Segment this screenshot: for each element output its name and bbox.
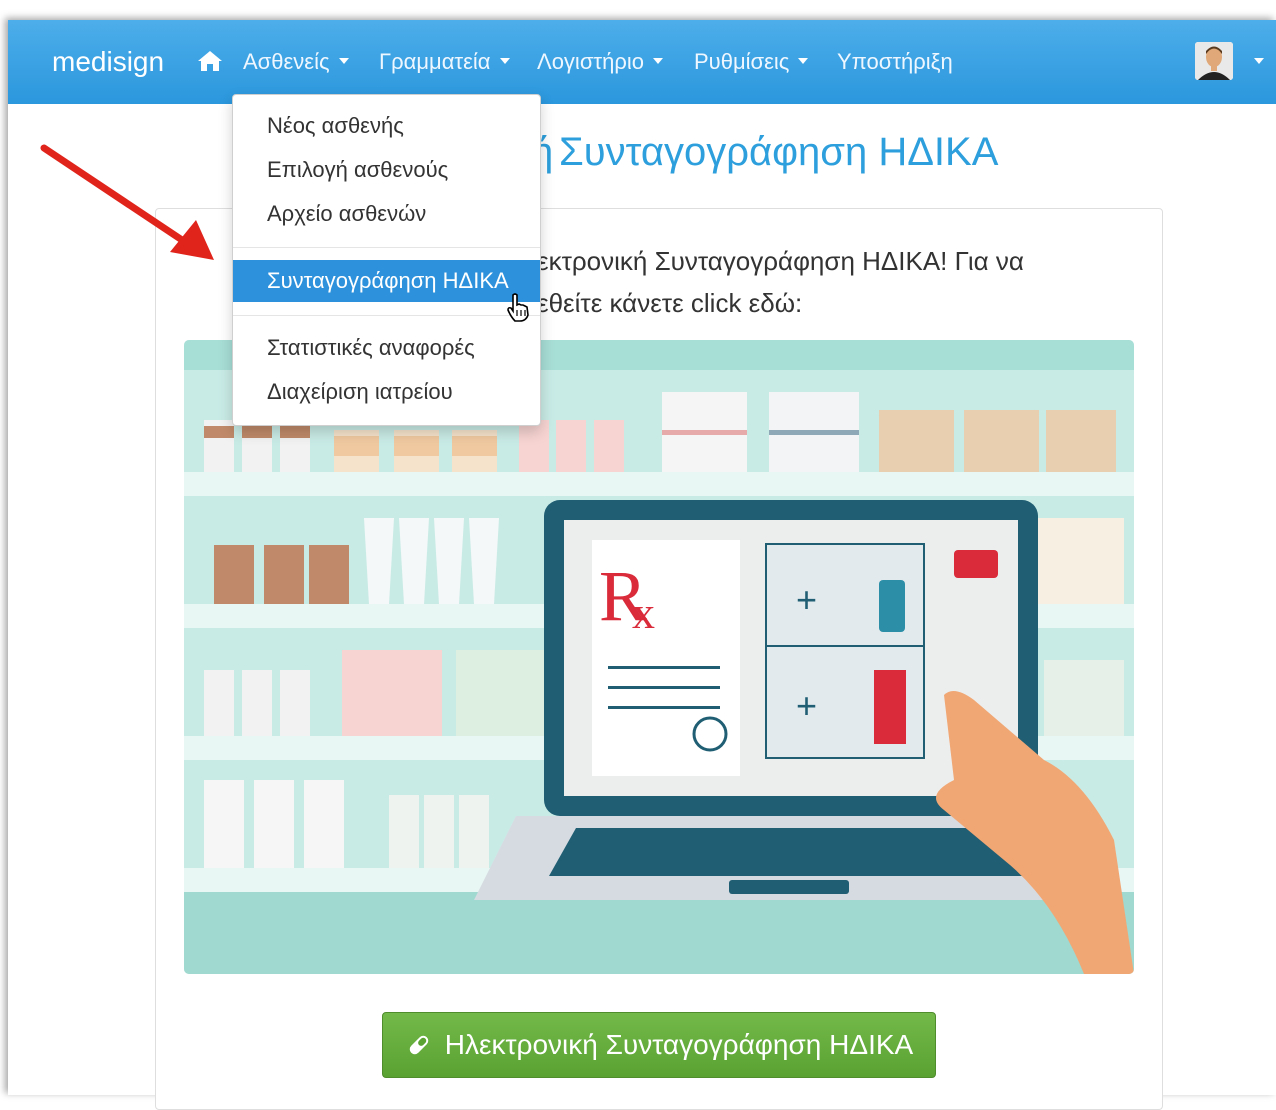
menu-item-clinic-management[interactable]: Διαχείριση ιατρείου [233, 371, 540, 413]
annotation-arrow-icon [40, 144, 214, 260]
nav-patients-label: Ασθενείς [243, 49, 330, 74]
nav-accounting[interactable]: Λογιστήριο [537, 49, 663, 75]
pharmacy-illustration: R x + + [184, 340, 1134, 974]
intro-line-1: εκτρονική Συνταγογράφηση ΗΔΙΚΑ! Για να [537, 246, 1024, 276]
hand-cursor-icon [507, 293, 529, 322]
svg-text:x: x [632, 587, 655, 638]
pill-icon [409, 1035, 429, 1055]
chevron-down-icon [652, 58, 663, 65]
chevron-down-icon[interactable] [1254, 58, 1264, 64]
menu-item-patient-archive[interactable]: Αρχείο ασθενών [233, 193, 540, 235]
nav-accounting-label: Λογιστήριο [537, 49, 644, 74]
top-navbar: medisign Ασθενείς Γραμματεία Λογιστήριο … [8, 20, 1276, 104]
nav-settings-label: Ρυθμίσεις [694, 49, 790, 74]
ehr-prescription-button-label: Ηλεκτρονική Συνταγογράφηση ΗΔΙΚΑ [444, 1029, 914, 1060]
nav-patients[interactable]: Ασθενείς [243, 49, 349, 75]
nav-secretariat-label: Γραμματεία [379, 49, 491, 74]
nav-support-label: Υποστήριξη [837, 49, 953, 74]
user-avatar-icon [1195, 42, 1233, 80]
patients-dropdown-menu: Νέος ασθενής Επιλογή ασθενούς Αρχείο ασθ… [232, 94, 541, 426]
menu-item-idika-prescription[interactable]: Συνταγογράφηση ΗΔΙΚΑ [233, 260, 540, 302]
home-icon[interactable] [197, 50, 223, 72]
brand-logo[interactable]: medisign [52, 46, 164, 78]
ehr-prescription-button[interactable]: Ηλεκτρονική Συνταγογράφηση ΗΔΙΚΑ [382, 1012, 936, 1078]
nav-settings[interactable]: Ρυθμίσεις [694, 49, 809, 75]
chevron-down-icon [798, 58, 809, 65]
nav-support[interactable]: Υποστήριξη [837, 49, 953, 75]
chevron-down-icon [499, 58, 510, 65]
svg-text:+: + [796, 579, 817, 620]
menu-item-select-patient[interactable]: Επιλογή ασθενούς [233, 149, 540, 191]
avatar[interactable] [1195, 42, 1233, 80]
menu-item-statistics[interactable]: Στατιστικές αναφορές [233, 327, 540, 369]
intro-line-2: εθείτε κάνετε click εδώ: [537, 288, 803, 318]
nav-secretariat[interactable]: Γραμματεία [379, 49, 510, 75]
menu-divider [233, 315, 540, 316]
menu-divider [233, 247, 540, 248]
intro-text: εκτρονική Συνταγογράφηση ΗΔΙΚΑ! Για να ε… [537, 240, 1097, 324]
menu-item-new-patient[interactable]: Νέος ασθενής [233, 105, 540, 147]
chevron-down-icon [338, 58, 349, 65]
page-title: Συνταγογράφηση ΗΔΙΚΑ [559, 130, 999, 174]
svg-text:+: + [796, 685, 817, 726]
